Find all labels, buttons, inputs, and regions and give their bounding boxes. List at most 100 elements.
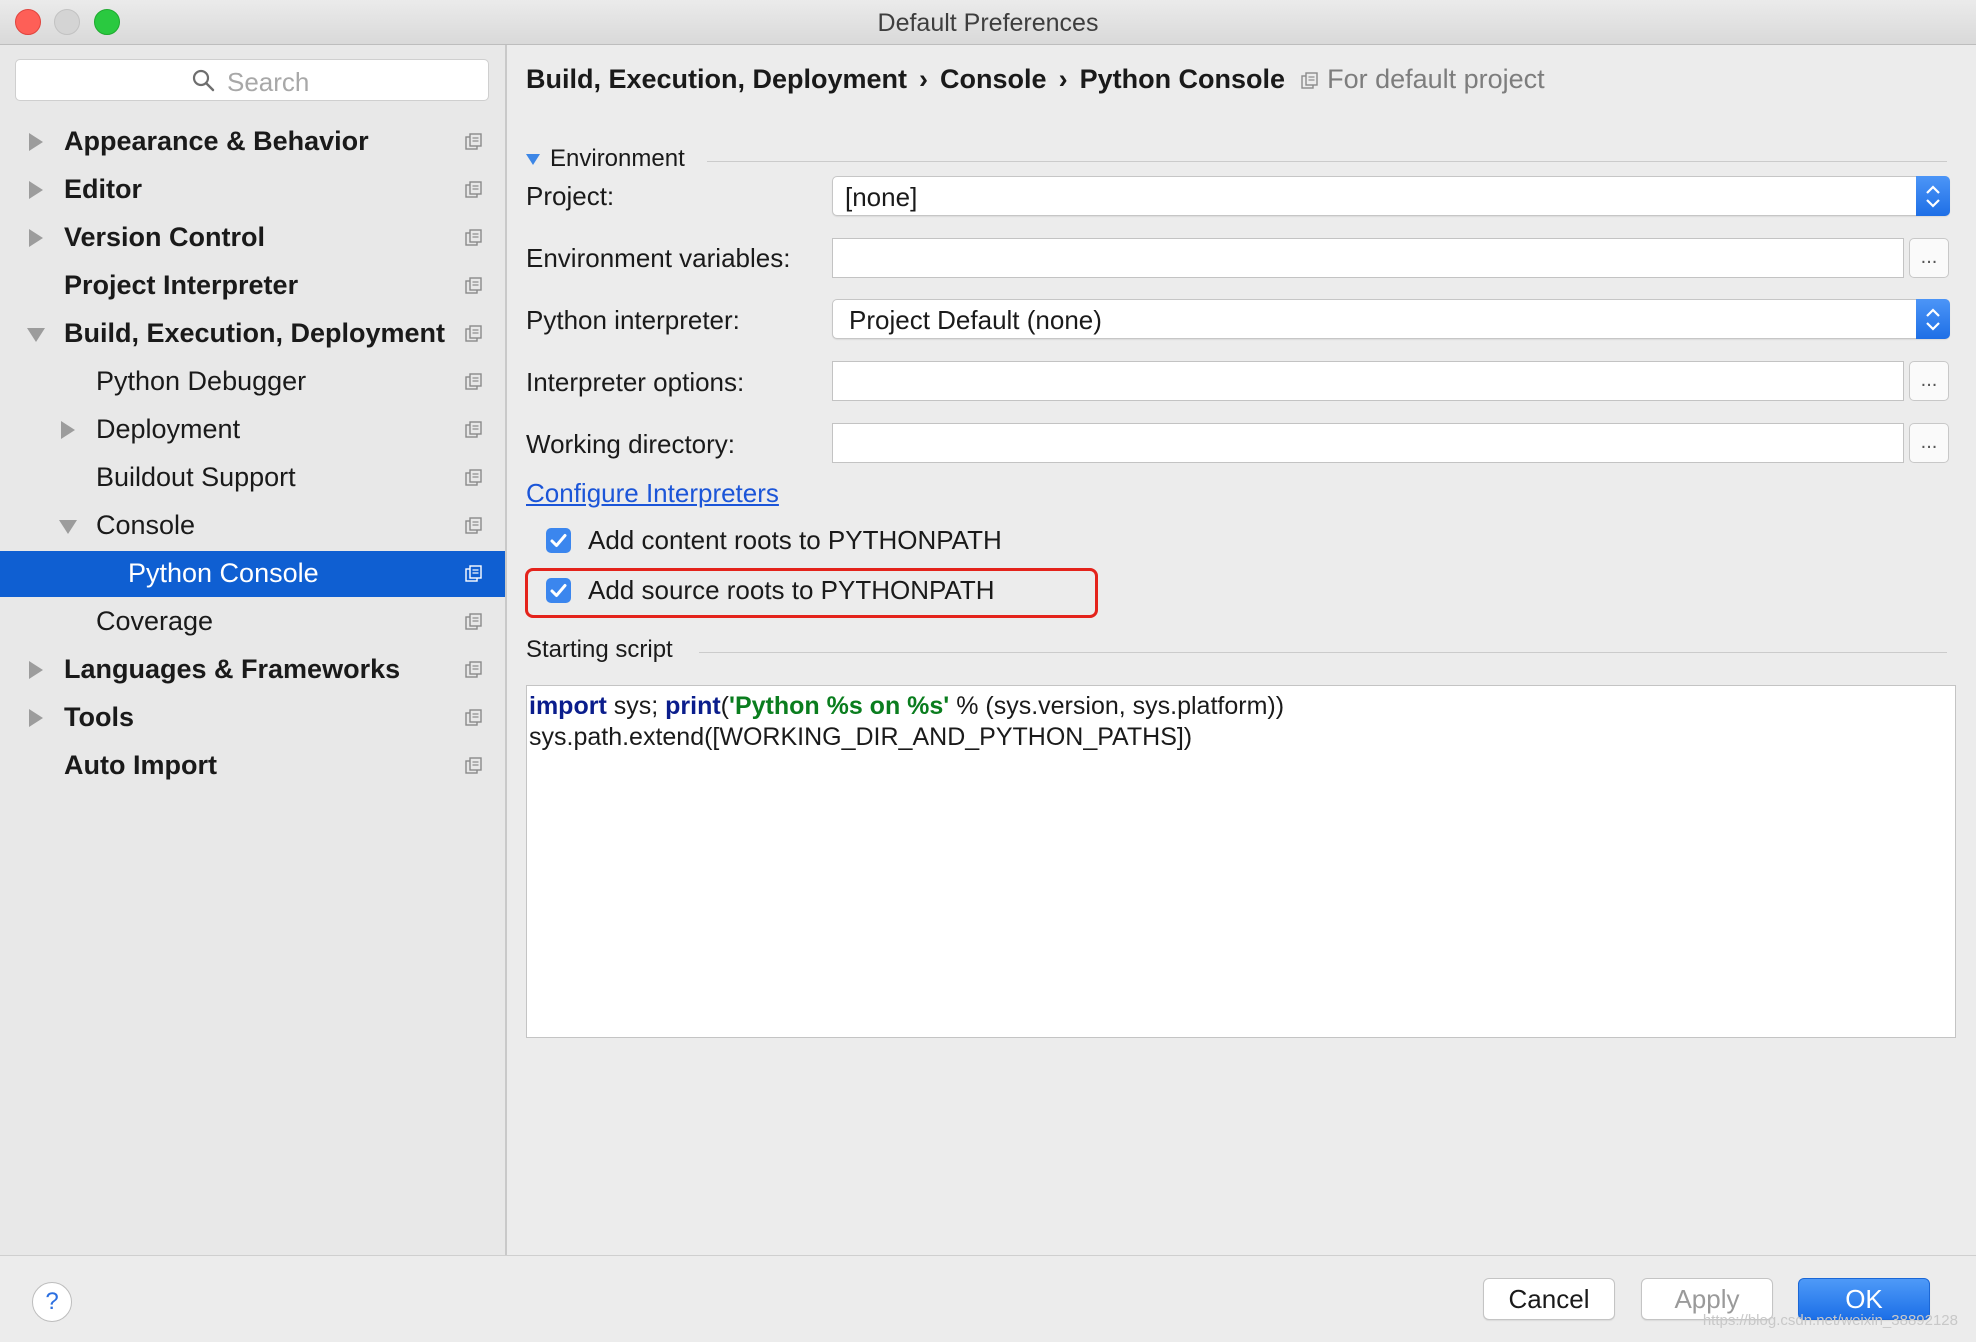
sidebar-item-label: Console	[96, 510, 196, 540]
breadcrumb-part: Console	[940, 64, 1047, 94]
code-text: (	[720, 692, 729, 720]
project-settings-icon	[465, 757, 482, 774]
working-dir-label: Working directory:	[526, 429, 736, 459]
sidebar-item[interactable]: Build, Execution, Deployment	[0, 311, 505, 357]
env-vars-field[interactable]	[832, 238, 1904, 278]
sidebar-item-label: Tools	[64, 702, 134, 732]
project-settings-icon	[465, 229, 482, 246]
code-text: sys;	[606, 692, 666, 720]
sidebar-item-label: Editor	[64, 174, 142, 204]
code-keyword: import	[529, 692, 607, 720]
working-dir-browse-button[interactable]: ...	[1909, 423, 1949, 463]
env-vars-browse-button[interactable]: ...	[1909, 238, 1949, 278]
code-line-2: sys.path.extend([WORKING_DIR_AND_PYTHON_…	[529, 723, 1193, 751]
collapsed-arrow-icon[interactable]	[29, 709, 43, 727]
project-settings-icon	[465, 661, 482, 678]
collapsed-arrow-icon[interactable]	[29, 181, 43, 199]
title-bar: Default Preferences	[0, 0, 1976, 45]
sidebar-item-label: Languages & Frameworks	[64, 654, 401, 684]
window-title: Default Preferences	[877, 9, 1099, 37]
source-roots-checkbox[interactable]	[546, 578, 571, 603]
project-value: [none]	[845, 182, 918, 212]
starting-script-section-header: Starting script	[526, 636, 673, 663]
breadcrumb-part: Python Console	[1079, 64, 1286, 94]
collapse-triangle-icon	[526, 154, 540, 166]
sidebar-item[interactable]: Coverage	[0, 599, 505, 645]
project-settings-icon	[465, 421, 482, 438]
sidebar-item-label: Buildout Support	[96, 462, 296, 492]
project-settings-icon	[465, 709, 482, 726]
help-button[interactable]: ?	[32, 1282, 72, 1322]
sidebar-item[interactable]: Project Interpreter	[0, 263, 505, 309]
project-settings-icon	[465, 373, 482, 390]
sidebar-item-label: Python Debugger	[96, 366, 307, 396]
search-icon	[192, 69, 215, 92]
search-input[interactable]: Search	[15, 59, 489, 101]
collapsed-arrow-icon[interactable]	[29, 661, 43, 679]
sidebar-item[interactable]: Appearance & Behavior	[0, 119, 505, 165]
collapsed-arrow-icon[interactable]	[29, 229, 43, 247]
collapsed-arrow-icon[interactable]	[29, 133, 43, 151]
breadcrumb-separator: ›	[919, 64, 929, 94]
section-divider	[707, 161, 1947, 162]
sidebar-item-label: Version Control	[64, 222, 266, 252]
sidebar-item[interactable]: Tools	[0, 695, 505, 741]
select-arrows-icon	[1916, 299, 1950, 339]
project-settings-icon	[465, 517, 482, 534]
checkmark-icon	[550, 534, 567, 547]
env-vars-label: Environment variables:	[526, 243, 791, 273]
sidebar-item-label: Python Console	[128, 558, 319, 588]
settings-panel: Build, Execution, Deployment › Console › Pyt…	[507, 45, 1976, 1255]
sidebar-item-label: Deployment	[96, 414, 241, 444]
interp-options-browse-button[interactable]: ...	[1909, 361, 1949, 401]
sidebar-item-label: Appearance & Behavior	[64, 126, 369, 156]
sidebar-item[interactable]: Python Debugger	[0, 359, 505, 405]
project-settings-icon	[465, 469, 482, 486]
interpreter-select[interactable]: Project Default (none)	[832, 299, 1950, 339]
interp-options-label: Interpreter options:	[526, 367, 745, 397]
section-title: Environment	[550, 145, 685, 172]
environment-section-header[interactable]: Environment	[526, 145, 685, 173]
cancel-button[interactable]: Cancel	[1483, 1278, 1615, 1320]
sidebar-item-label: Build, Execution, Deployment	[64, 318, 446, 348]
interp-options-field[interactable]	[832, 361, 1904, 401]
sidebar-item[interactable]: Python Console	[0, 551, 505, 597]
expanded-arrow-icon[interactable]	[59, 520, 77, 534]
breadcrumb: Build, Execution, Deployment › Console › Pyt…	[526, 64, 1545, 95]
sidebar-item[interactable]: Languages & Frameworks	[0, 647, 505, 693]
sidebar-item-label: Coverage	[96, 606, 214, 636]
sidebar-item[interactable]: Version Control	[0, 215, 505, 261]
project-settings-icon	[465, 565, 482, 582]
interpreter-label: Python interpreter:	[526, 305, 740, 335]
breadcrumb-separator: ›	[1058, 64, 1068, 94]
code-keyword: print	[665, 692, 721, 720]
code-string: 'Python %s on %s'	[729, 692, 950, 720]
sidebar-item[interactable]: Auto Import	[0, 743, 505, 789]
source-roots-label[interactable]: Add source roots to PYTHONPATH	[588, 575, 995, 606]
project-settings-icon	[465, 613, 482, 630]
project-settings-icon	[465, 277, 482, 294]
interpreter-value: Project Default (none)	[849, 305, 1102, 335]
sidebar-item-label: Auto Import	[64, 750, 217, 780]
sidebar-item[interactable]: Editor	[0, 167, 505, 213]
preferences-window: Default Preferences Search Appearance & …	[0, 0, 1976, 1342]
configure-interpreters-link[interactable]: Configure Interpreters	[526, 478, 779, 509]
sidebar-item[interactable]: Console	[0, 503, 505, 549]
content-roots-label[interactable]: Add content roots to PYTHONPATH	[588, 525, 1002, 556]
project-settings-icon	[1301, 72, 1318, 89]
project-settings-icon	[465, 181, 482, 198]
settings-sidebar: Search Appearance & Behavior Editor Versio…	[0, 45, 507, 1255]
code-text: % (sys.version, sys.platform))	[949, 692, 1285, 720]
working-dir-field[interactable]	[832, 423, 1904, 463]
sidebar-item[interactable]: Buildout Support	[0, 455, 505, 501]
watermark-text: https://blog.csdn.net/weixin_38892128	[1702, 1312, 1958, 1329]
dialog-button-bar: ? Cancel Apply OK https://blog.csdn.net/…	[0, 1255, 1976, 1342]
expanded-arrow-icon[interactable]	[27, 328, 45, 342]
starting-script-editor[interactable]: import sys; print('Python %s on %s' % (s…	[526, 685, 1956, 1038]
collapsed-arrow-icon[interactable]	[61, 421, 75, 439]
checkmark-icon	[550, 584, 567, 597]
sidebar-item[interactable]: Deployment	[0, 407, 505, 453]
content-roots-checkbox[interactable]	[546, 528, 571, 553]
project-select[interactable]: [none]	[832, 176, 1950, 216]
select-arrows-icon	[1916, 176, 1950, 216]
